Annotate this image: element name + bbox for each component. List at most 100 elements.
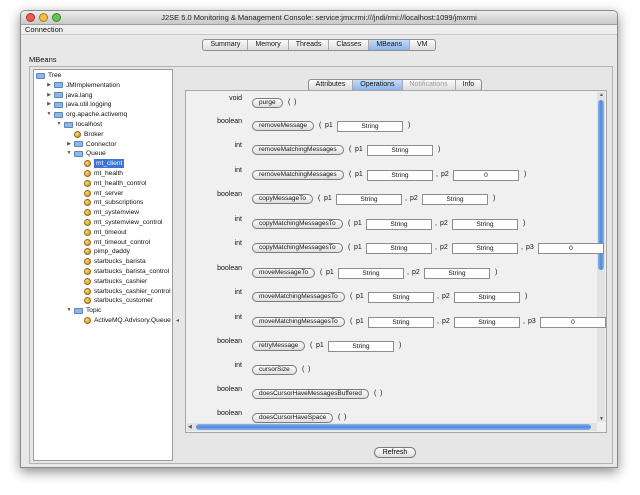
- operation-button[interactable]: moveMatchingMessagesTo: [252, 292, 345, 302]
- mbean-icon: [84, 268, 91, 275]
- folder-icon: [54, 111, 63, 118]
- operation-button[interactable]: purge: [252, 98, 283, 108]
- operation-button[interactable]: removeMatchingMessages: [252, 170, 344, 180]
- expanded-arrow-icon[interactable]: ▼: [66, 306, 72, 315]
- operation-row: void purge (): [186, 95, 606, 110]
- subtab-notifications[interactable]: Notifications: [403, 80, 456, 90]
- tree-node[interactable]: mt_subscriptions: [76, 198, 143, 207]
- tree-node[interactable]: mt_server: [76, 189, 123, 198]
- menu-connection[interactable]: Connection: [25, 25, 63, 34]
- tree-node-label: pimp_daddy: [94, 248, 130, 256]
- param-separator: ,: [435, 244, 437, 251]
- tree-node[interactable]: starbucks_barista_control: [76, 267, 169, 276]
- split-pane-divider[interactable]: ◂: [176, 317, 179, 324]
- operation-row: int removeMatchingMessages (p1 String): [186, 142, 606, 157]
- tree-node[interactable]: ▼ Queue: [66, 149, 106, 158]
- tree-node-label: starbucks_barista: [94, 258, 146, 266]
- operation-button[interactable]: doesCursorHaveMessagesBuffered: [252, 389, 369, 399]
- return-type: void: [229, 95, 242, 102]
- param-input[interactable]: 0: [453, 170, 519, 181]
- tree-node[interactable]: starbucks_cashier: [76, 277, 147, 286]
- app-window: J2SE 5.0 Monitoring & Management Console…: [20, 10, 618, 468]
- paren-close: ): [308, 366, 311, 373]
- operation-button[interactable]: copyMatchingMessagesTo: [252, 219, 343, 229]
- operation-button[interactable]: copyMessageTo: [252, 194, 313, 204]
- mbean-icon: [84, 287, 91, 295]
- operation-button[interactable]: doesCursorHaveSpace: [252, 413, 334, 423]
- param-input[interactable]: String: [367, 145, 433, 156]
- tree-node[interactable]: mt_timeout_control: [76, 238, 150, 247]
- param-input[interactable]: String: [336, 194, 402, 205]
- tree-node[interactable]: pimp_daddy: [76, 247, 130, 256]
- param-input[interactable]: String: [366, 219, 432, 230]
- collapsed-arrow-icon[interactable]: ▶: [46, 91, 52, 100]
- subtab-info[interactable]: Info: [456, 80, 482, 90]
- param-input[interactable]: String: [367, 170, 433, 181]
- operation-button[interactable]: moveMatchingMessagesTo: [252, 317, 345, 327]
- subtab-operations[interactable]: Operations: [353, 80, 403, 90]
- tree-node[interactable]: mt_health_control: [76, 179, 146, 188]
- param-input[interactable]: 0: [538, 243, 604, 254]
- operation-button[interactable]: removeMatchingMessages: [252, 145, 344, 155]
- tree-node[interactable]: mt_client: [76, 159, 125, 169]
- param-input[interactable]: String: [454, 317, 520, 328]
- param-input[interactable]: String: [424, 268, 490, 279]
- tab-memory[interactable]: Memory: [248, 40, 289, 50]
- tree-node[interactable]: ▼ org.apache.activemq: [46, 110, 128, 119]
- operation-button[interactable]: retryMessage: [252, 341, 306, 351]
- param-label: p2: [410, 195, 418, 202]
- tree-node[interactable]: ▼ localhost: [56, 120, 103, 129]
- param-input[interactable]: String: [454, 292, 520, 303]
- return-type: boolean: [217, 265, 242, 272]
- tree-node[interactable]: mt_timeout: [76, 228, 127, 237]
- param-input[interactable]: String: [368, 292, 434, 303]
- operation-button[interactable]: moveMessageTo: [252, 268, 316, 278]
- tree-node[interactable]: starbucks_cashier_control: [76, 287, 171, 296]
- return-type: int: [234, 289, 242, 296]
- zoom-window-button[interactable]: [52, 13, 61, 22]
- param-input[interactable]: String: [337, 121, 403, 132]
- tree-node[interactable]: ▶ JMImplementation: [46, 81, 120, 90]
- tab-vm[interactable]: VM: [410, 40, 434, 50]
- param-input[interactable]: String: [328, 341, 394, 352]
- mbean-icon: [84, 277, 91, 285]
- collapsed-arrow-icon[interactable]: ▶: [46, 100, 52, 109]
- param-input[interactable]: String: [452, 243, 518, 254]
- param-label: p2: [440, 220, 448, 227]
- param-input[interactable]: 0: [540, 317, 606, 328]
- subtab-attributes[interactable]: Attributes: [309, 80, 354, 90]
- close-window-button[interactable]: [26, 13, 35, 22]
- tree-node[interactable]: Broker: [66, 130, 103, 139]
- refresh-button[interactable]: Refresh: [373, 447, 417, 458]
- tree-node[interactable]: starbucks_customer: [76, 296, 153, 305]
- param-input[interactable]: String: [452, 219, 518, 230]
- tree-node[interactable]: ▶ java.lang: [46, 91, 92, 100]
- operation-button[interactable]: removeMessage: [252, 121, 315, 131]
- tree-node[interactable]: Tree: [36, 71, 61, 80]
- expanded-arrow-icon[interactable]: ▼: [56, 120, 62, 129]
- minimize-window-button[interactable]: [39, 13, 48, 22]
- param-input[interactable]: String: [422, 194, 488, 205]
- collapsed-arrow-icon[interactable]: ▶: [46, 81, 52, 90]
- expanded-arrow-icon[interactable]: ▼: [46, 110, 52, 119]
- tree-node[interactable]: mt_systemview_control: [76, 218, 163, 227]
- tab-mbeans[interactable]: MBeans: [369, 40, 410, 50]
- tab-threads[interactable]: Threads: [289, 40, 330, 50]
- tree-node[interactable]: starbucks_barista: [76, 257, 146, 266]
- expanded-arrow-icon[interactable]: ▼: [66, 149, 72, 158]
- tree-node[interactable]: mt_systemview: [76, 208, 139, 217]
- tree-node[interactable]: ▼ Topic: [66, 306, 102, 315]
- param-input[interactable]: String: [368, 317, 434, 328]
- collapsed-arrow-icon[interactable]: ▶: [66, 140, 72, 149]
- operation-button[interactable]: cursorSize: [252, 365, 297, 375]
- tree-node[interactable]: ActiveMQ.Advisory.Queue: [76, 316, 171, 325]
- param-input[interactable]: String: [338, 268, 404, 279]
- tab-summary[interactable]: Summary: [203, 40, 249, 50]
- tree-node[interactable]: ▶ Connector: [66, 140, 116, 149]
- operation-button[interactable]: copyMatchingMessagesTo: [252, 243, 343, 253]
- param-input[interactable]: String: [366, 243, 432, 254]
- tree-node[interactable]: ▶ java.util.logging: [46, 100, 111, 109]
- tab-classes[interactable]: Classes: [329, 40, 370, 50]
- tree-node[interactable]: mt_health: [76, 169, 123, 178]
- paren-open: (: [350, 293, 353, 300]
